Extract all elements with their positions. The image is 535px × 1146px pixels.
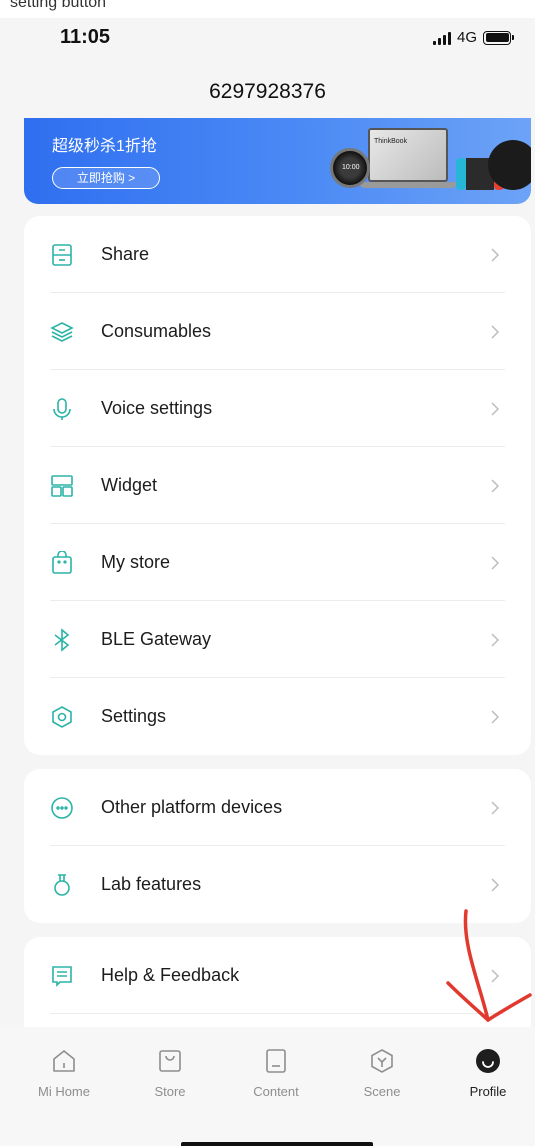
more-circle-icon [50, 796, 74, 820]
menu-item-ble-gateway[interactable]: BLE Gateway [24, 601, 531, 678]
network-type: 4G [456, 29, 477, 46]
menu-item-label: Voice settings [101, 398, 213, 418]
menu-item-widget[interactable]: Widget [24, 447, 531, 524]
tab-profile[interactable]: Profile [438, 1047, 535, 1099]
promo-banner[interactable]: 超级秒杀1折抢 立即抢购 > ThinkBook 10:00 [24, 118, 531, 204]
home-indicator [181, 1142, 373, 1146]
menu-item-label: Share [101, 244, 150, 264]
profile-icon [474, 1047, 502, 1075]
tab-label: Mi Home [37, 1084, 90, 1099]
menu-item-label: Widget [101, 475, 158, 495]
menu-item-label: Lab features [101, 874, 202, 894]
widget-icon [50, 474, 74, 498]
tab-store[interactable]: Store [120, 1047, 220, 1099]
menu-item-label: BLE Gateway [101, 629, 212, 649]
signal-icon [432, 31, 451, 45]
menu-item-consumables[interactable]: Consumables [24, 293, 531, 370]
status-bar: 11:05 4G [0, 18, 535, 58]
chevron-right-icon [489, 554, 501, 572]
menu-item-other-platform-devices[interactable]: Other platform devices [24, 769, 531, 846]
status-time: 11:05 [60, 26, 111, 48]
battery-icon [483, 30, 514, 45]
menu-item-label: Consumables [101, 321, 212, 341]
menu-item-label: Help & Feedback [101, 965, 240, 985]
menu-item-my-store[interactable]: My store [24, 524, 531, 601]
bluetooth-icon [50, 628, 74, 652]
menu-item-voice-settings[interactable]: Voice settings [24, 370, 531, 447]
menu-card-platform: Other platform devices Lab features [24, 769, 531, 923]
chevron-right-icon [489, 799, 501, 817]
tab-label: Content [253, 1084, 299, 1099]
chevron-right-icon [489, 477, 501, 495]
chevron-right-icon [489, 708, 501, 726]
divider [50, 1013, 505, 1014]
annotation-arrow-icon [440, 905, 535, 1030]
chevron-right-icon [489, 323, 501, 341]
share-icon [50, 243, 74, 267]
menu-item-label: Settings [101, 706, 167, 726]
home-icon [50, 1047, 78, 1075]
layers-icon [50, 320, 74, 344]
laptop-image: ThinkBook [360, 128, 456, 190]
laptop-brand-text: ThinkBook [374, 138, 408, 145]
tab-mi-home[interactable]: Mi Home [14, 1047, 114, 1099]
top-cropped-caption-text: setting button [10, 0, 107, 11]
banner-title: 超级秒杀1折抢 [52, 138, 157, 155]
account-id-title: 6297928376 [209, 80, 326, 103]
menu-item-label: My store [101, 552, 171, 572]
chevron-right-icon [489, 246, 501, 264]
shopping-bag-icon [50, 551, 74, 575]
top-cropped-caption: setting button [0, 0, 535, 18]
tab-content[interactable]: Content [226, 1047, 326, 1099]
flask-icon [50, 873, 74, 897]
chevron-right-icon [489, 876, 501, 894]
menu-item-label: Other platform devices [101, 797, 283, 817]
chevron-right-icon [489, 631, 501, 649]
menu-card-main: Share Consumables Voice settings Widget … [24, 216, 531, 755]
smartwatch-image: 10:00 [330, 148, 370, 188]
settings-icon [50, 705, 74, 729]
banner-buy-now-button[interactable]: 立即抢购 > [52, 167, 160, 189]
menu-item-settings[interactable]: Settings [24, 678, 531, 755]
scene-icon [368, 1047, 396, 1075]
tab-label: Scene [363, 1084, 401, 1099]
content-icon [262, 1047, 290, 1075]
chevron-right-icon [489, 400, 501, 418]
feedback-icon [50, 964, 74, 988]
menu-item-share[interactable]: Share [24, 216, 531, 293]
watch-time-text: 10:00 [342, 164, 360, 171]
microphone-icon [50, 397, 74, 421]
store-icon [156, 1047, 184, 1075]
tab-label: Profile [469, 1084, 507, 1099]
status-indicators: 4G [432, 29, 514, 46]
tab-label: Store [154, 1084, 186, 1099]
tab-scene[interactable]: Scene [332, 1047, 432, 1099]
speaker-image [488, 140, 531, 190]
bottom-tab-bar: Mi Home Store Content Scene Profile [0, 1027, 535, 1146]
